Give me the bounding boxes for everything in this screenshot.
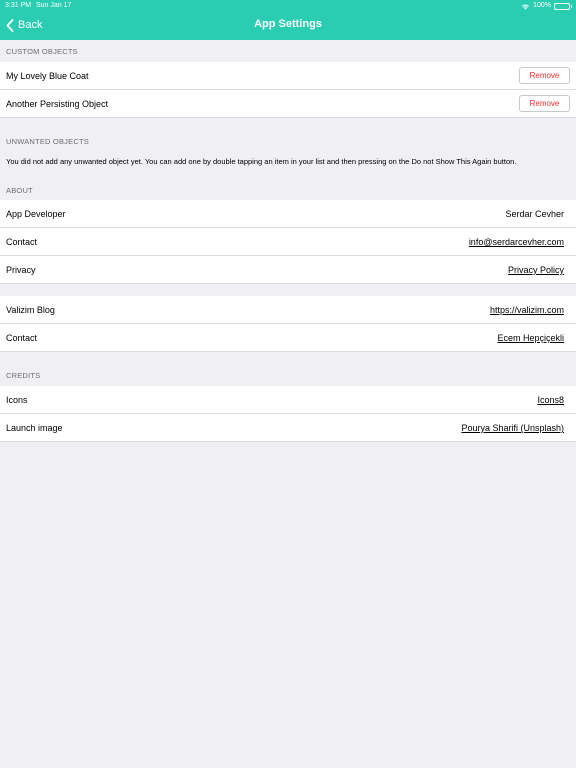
- status-time: 3:31 PM: [5, 2, 32, 9]
- custom-object-row: My Lovely Blue Coat Remove: [0, 62, 576, 90]
- developer-name: Serdar Cevher: [505, 209, 564, 219]
- launch-image-credit-link[interactable]: Pourya Sharifi (Unsplash): [461, 414, 564, 442]
- blog-contact-row: Contact Ecem Hepçiçekli: [0, 324, 576, 352]
- unwanted-objects-message: You did not add any unwanted object yet.…: [6, 157, 517, 166]
- row-label: Contact: [6, 237, 38, 247]
- chevron-left-icon: [6, 18, 14, 32]
- section-header-about: ABOUT: [6, 186, 33, 195]
- blog-contact-link[interactable]: Ecem Hepçiçekli: [497, 324, 564, 352]
- row-label: Launch image: [6, 423, 63, 433]
- row-label: Privacy: [6, 265, 36, 275]
- row-label: Contact: [6, 333, 38, 343]
- icons8-link[interactable]: Icons8: [537, 386, 564, 414]
- status-bar: 3:31 PM Sun Jan 17 100%: [0, 0, 576, 12]
- custom-object-label: Another Persisting Object: [6, 99, 109, 109]
- status-date: Sun Jan 17: [36, 2, 72, 9]
- section-header-credits: CREDITS: [6, 371, 41, 380]
- divider: [0, 283, 576, 284]
- section-header-unwanted-objects: UNWANTED OBJECTS: [6, 137, 89, 146]
- credits-row-icons: Icons Icons8: [0, 386, 576, 414]
- privacy-policy-link[interactable]: Privacy Policy: [508, 256, 564, 284]
- blog-url-link[interactable]: https://valizim.com: [490, 296, 564, 324]
- about-row-privacy: Privacy Privacy Policy: [0, 256, 576, 284]
- row-label: Valizim Blog: [6, 305, 55, 315]
- custom-object-label: My Lovely Blue Coat: [6, 71, 89, 81]
- credits-row-launch-image: Launch image Pourya Sharifi (Unsplash): [0, 414, 576, 442]
- back-label: Back: [18, 19, 43, 31]
- navigation-bar: 3:31 PM Sun Jan 17 100% App Settings Bac…: [0, 0, 576, 40]
- contact-email-link[interactable]: info@serdarcevher.com: [469, 228, 564, 256]
- wifi-icon: [521, 4, 530, 10]
- about-row-developer: App Developer Serdar Cevher: [0, 200, 576, 228]
- back-button[interactable]: Back: [6, 17, 42, 33]
- remove-button[interactable]: Remove: [519, 95, 570, 112]
- battery-percent: 100%: [533, 2, 551, 9]
- row-label: App Developer: [6, 209, 66, 219]
- battery-icon: [554, 2, 572, 10]
- divider: [0, 441, 576, 442]
- remove-button[interactable]: Remove: [519, 67, 570, 84]
- row-label: Icons: [6, 395, 28, 405]
- status-right: 100%: [521, 0, 572, 12]
- divider: [0, 351, 576, 352]
- blog-row: Valizim Blog https://valizim.com: [0, 296, 576, 324]
- about-row-contact: Contact info@serdarcevher.com: [0, 228, 576, 256]
- divider: [0, 117, 576, 118]
- custom-object-row: Another Persisting Object Remove: [0, 90, 576, 118]
- page-title: App Settings: [254, 18, 322, 30]
- section-header-custom-objects: CUSTOM OBJECTS: [6, 47, 78, 56]
